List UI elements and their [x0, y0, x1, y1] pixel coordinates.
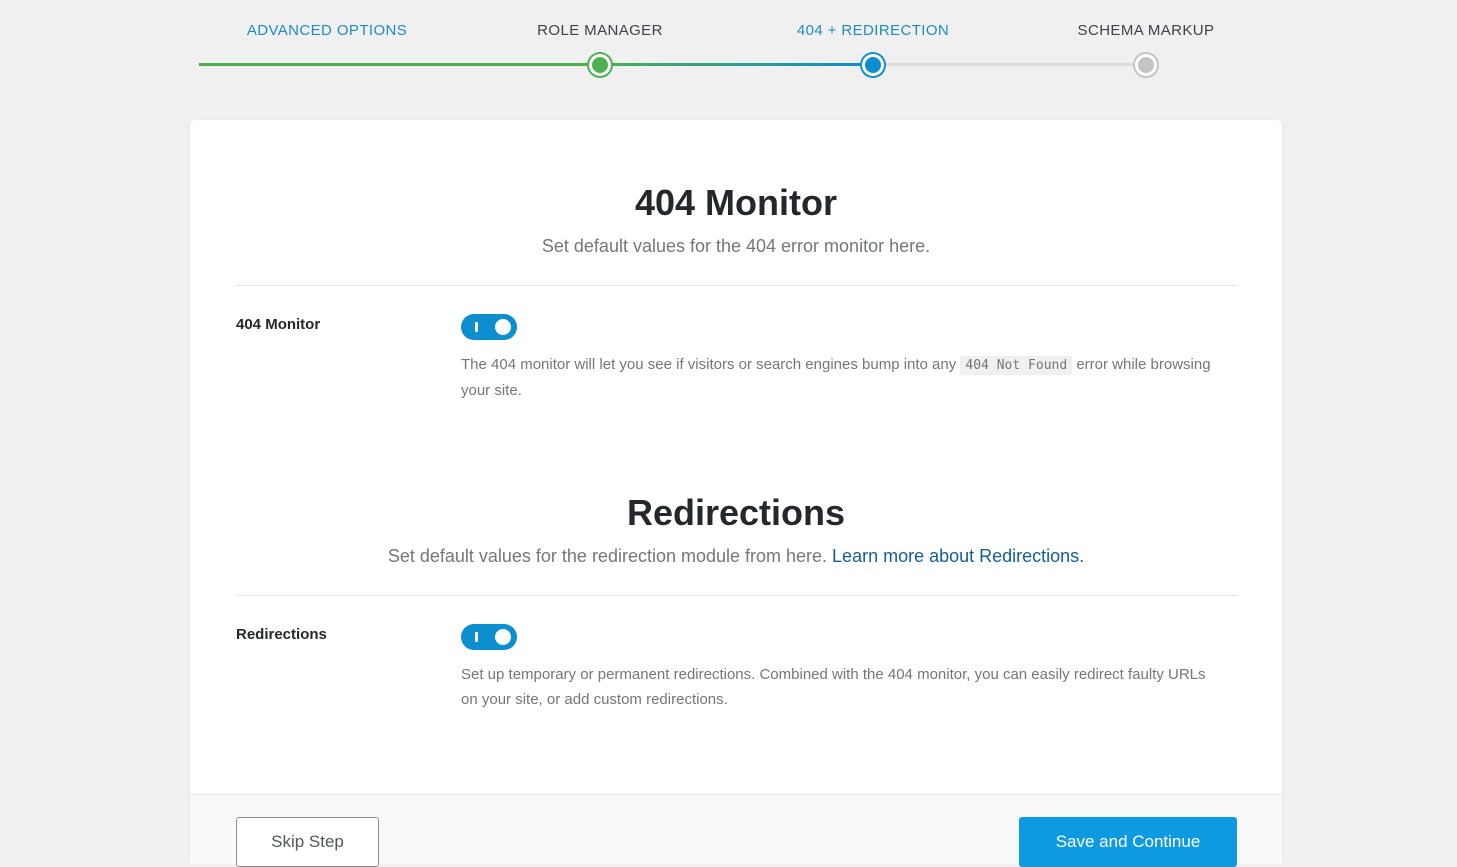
progress-track-done	[199, 63, 600, 66]
monitor-section-title: 404 Monitor	[634, 182, 838, 223]
monitor-field-label: 404 Monitor	[236, 316, 321, 333]
step-dot-role-manager	[589, 54, 611, 76]
redirections-description: Set up temporary or permanent redirectio…	[461, 666, 1206, 708]
redirections-section-title: Redirections	[626, 492, 846, 533]
wizard-footer: Skip Step Save and Continue	[190, 794, 1282, 867]
wizard-card: 404 Monitor Set default values for the 4…	[190, 120, 1282, 867]
setup-wizard-stepper: ADVANCED OPTIONS ROLE MANAGER 404 + REDI…	[0, 0, 1457, 110]
progress-track-pending	[873, 63, 1146, 66]
monitor-description: The 404 monitor will let you see if visi…	[461, 356, 1211, 399]
redirections-toggle[interactable]	[461, 624, 517, 650]
skip-step-button[interactable]: Skip Step	[236, 817, 379, 867]
toggle-on-indicator	[475, 632, 478, 642]
monitor-toggle[interactable]	[461, 314, 517, 340]
step-schema-markup[interactable]: SCHEMA MARKUP	[1078, 22, 1215, 39]
code-404-not-found: 404 Not Found	[960, 356, 1073, 375]
step-dot-schema-markup	[1135, 54, 1157, 76]
toggle-on-indicator	[475, 322, 478, 332]
step-advanced-options[interactable]: ADVANCED OPTIONS	[247, 22, 407, 39]
progress-track-current	[600, 63, 873, 66]
step-404-redirection[interactable]: 404 + REDIRECTION	[797, 22, 949, 39]
save-and-continue-button[interactable]: Save and Continue	[1019, 817, 1237, 867]
step-dot-404-redirection	[862, 54, 884, 76]
step-role-manager[interactable]: ROLE MANAGER	[537, 22, 663, 39]
monitor-section-subtitle: Set default values for the 404 error mon…	[541, 236, 931, 256]
toggle-knob	[495, 629, 511, 645]
redirections-divider	[236, 595, 1238, 596]
toggle-knob	[495, 319, 511, 335]
monitor-divider	[236, 285, 1238, 286]
redirections-field-label: Redirections	[236, 626, 327, 643]
redirections-section-subtitle: Set default values for the redirection m…	[387, 546, 1085, 566]
learn-more-redirections-link[interactable]: Learn more about Redirections.	[832, 546, 1084, 566]
